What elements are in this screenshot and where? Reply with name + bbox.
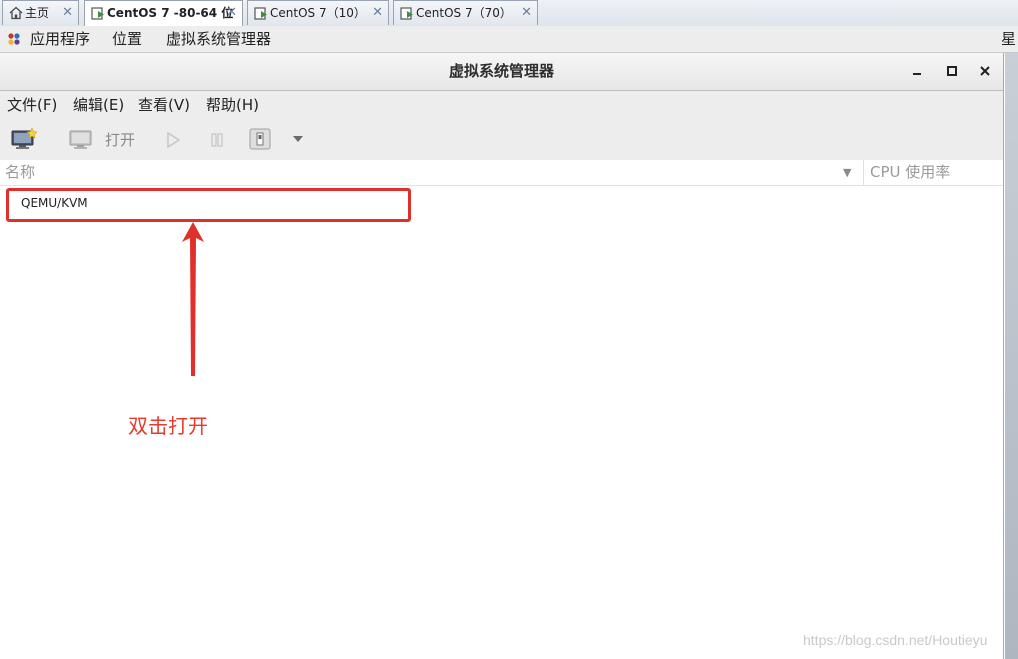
toolbar: 打开: [0, 119, 1003, 161]
tab-centos-80[interactable]: CentOS 7 -80-64 位 ✕: [84, 0, 243, 26]
window-title: 虚拟系统管理器: [448, 62, 554, 80]
vm-icon: [91, 7, 104, 20]
window-titlebar[interactable]: 虚拟系统管理器: [0, 53, 1003, 91]
column-cpu-header[interactable]: CPU 使用率: [870, 160, 950, 185]
up-arrow-annotation: [182, 222, 204, 376]
gnome-top-panel: 应用程序 位置 虚拟系统管理器 星: [0, 26, 1018, 53]
desktop-background: [1005, 53, 1018, 659]
run-icon[interactable]: [165, 131, 181, 149]
places-menu[interactable]: 位置: [112, 26, 142, 52]
vm-icon: [254, 7, 267, 20]
clock[interactable]: 星: [1001, 26, 1016, 52]
menu-view[interactable]: 查看(V): [138, 91, 190, 119]
column-name-header[interactable]: 名称: [5, 160, 35, 185]
highlight-box: [6, 188, 411, 222]
shutdown-icon[interactable]: [249, 128, 271, 150]
menu-edit[interactable]: 编辑(E): [73, 91, 124, 119]
watermark: https://blog.csdn.net/Houtieyu: [803, 632, 988, 648]
new-vm-icon[interactable]: [11, 127, 37, 151]
close-icon[interactable]: ✕: [372, 1, 383, 25]
column-separator: [863, 160, 864, 185]
host-tab-bar: 主页 ✕ CentOS 7 -80-64 位 ✕ CentOS 7（10） ✕ …: [0, 0, 1018, 27]
tab-label: CentOS 7（10）: [270, 6, 366, 20]
gnome-foot-icon: [8, 33, 20, 45]
tab-label: CentOS 7 -80-64 位: [107, 6, 234, 20]
chevron-down-icon[interactable]: [291, 134, 305, 144]
list-header: 名称 ▼ CPU 使用率: [0, 160, 1003, 186]
close-icon[interactable]: ✕: [521, 1, 532, 25]
applications-menu[interactable]: 应用程序: [30, 26, 90, 52]
open-console-icon[interactable]: [69, 129, 93, 151]
open-button-label[interactable]: 打开: [105, 129, 135, 150]
close-icon[interactable]: ✕: [62, 1, 73, 25]
annotation-note: 双击打开: [128, 414, 208, 438]
pause-icon[interactable]: [209, 131, 225, 149]
sort-chevron-icon[interactable]: ▼: [843, 160, 851, 185]
tab-centos-10[interactable]: CentOS 7（10） ✕: [247, 0, 389, 25]
vm-icon: [400, 7, 413, 20]
close-icon[interactable]: ✕: [226, 1, 237, 25]
tab-label: CentOS 7（70）: [416, 6, 512, 20]
minimize-icon[interactable]: [908, 62, 926, 80]
tab-label: 主页: [25, 6, 50, 20]
tab-home[interactable]: 主页 ✕: [2, 0, 79, 25]
close-icon[interactable]: [976, 62, 994, 80]
menu-help[interactable]: 帮助(H): [206, 91, 259, 119]
menu-bar: 文件(F) 编辑(E) 查看(V) 帮助(H): [0, 91, 1003, 120]
menu-file[interactable]: 文件(F): [7, 91, 57, 119]
home-icon: [9, 6, 23, 20]
tab-centos-70[interactable]: CentOS 7（70） ✕: [393, 0, 538, 25]
active-app-menu[interactable]: 虚拟系统管理器: [166, 26, 271, 52]
virt-manager-window: 虚拟系统管理器 文件(F) 编辑(E) 查看(V) 帮助(H) 打开 名称 ▼ …: [0, 53, 1004, 659]
maximize-icon[interactable]: [943, 62, 961, 80]
